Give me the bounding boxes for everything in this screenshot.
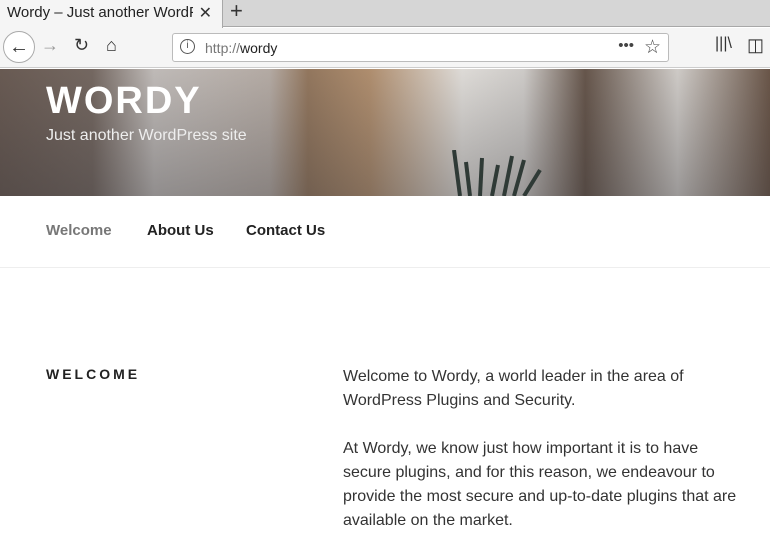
library-icon[interactable]: |||\: [715, 35, 732, 53]
page-content: Welcome to Wordy, a world leader in the …: [343, 365, 743, 557]
menu-item-contact-us[interactable]: Contact Us: [246, 222, 325, 239]
address-bar[interactable]: i http://wordy ••• ☆: [172, 33, 669, 62]
home-icon[interactable]: ⌂: [106, 35, 117, 56]
paragraph: Welcome to Wordy, a world leader in the …: [343, 368, 684, 409]
new-tab-icon[interactable]: +: [230, 0, 243, 24]
menu-item-about-us[interactable]: About Us: [147, 222, 214, 239]
main-menu: Welcome About Us Contact Us: [0, 196, 770, 268]
browser-tab[interactable]: Wordy – Just another WordPress site ✕: [0, 0, 223, 28]
navigation-toolbar: ← → ↻ ⌂ i http://wordy ••• ☆ |||\ ◫: [0, 28, 770, 68]
url-host: wordy: [240, 40, 278, 56]
site-tagline: Just another WordPress site: [46, 127, 247, 144]
sidebar-icon[interactable]: ◫: [747, 35, 764, 56]
plant-image: [452, 150, 542, 196]
paragraph: At Wordy, we know just how important it …: [343, 440, 737, 529]
bookmark-star-icon[interactable]: ☆: [644, 36, 661, 59]
forward-icon[interactable]: →: [41, 35, 59, 56]
reload-icon[interactable]: ↻: [74, 35, 89, 56]
back-button[interactable]: ←: [3, 31, 35, 63]
site-title[interactable]: WORDY: [46, 80, 202, 123]
close-tab-icon[interactable]: ✕: [199, 3, 212, 23]
menu-item-welcome[interactable]: Welcome: [46, 222, 112, 239]
info-icon[interactable]: i: [180, 39, 195, 54]
tab-bar: Wordy – Just another WordPress site ✕ +: [0, 0, 770, 28]
url-scheme: http://: [205, 40, 241, 56]
tab-title: Wordy – Just another WordPress site: [7, 4, 193, 21]
page-actions-icon[interactable]: •••: [618, 37, 634, 54]
page-title: WELCOME: [46, 366, 141, 382]
